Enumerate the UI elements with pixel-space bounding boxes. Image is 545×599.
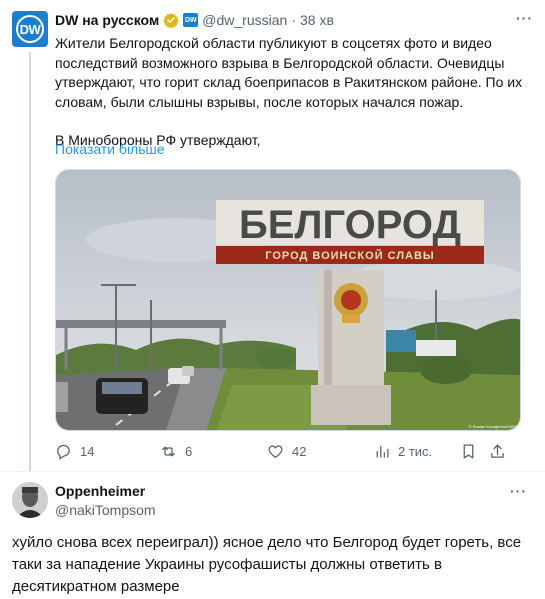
thread-line xyxy=(29,52,31,472)
affiliate-badge-icon: DW xyxy=(183,13,199,27)
retweet-count: 6 xyxy=(185,444,193,459)
timestamp[interactable]: 38 хв xyxy=(300,12,334,28)
sign-subtitle: ГОРОД ВОИНСКОЙ СЛАВЫ xyxy=(265,249,434,262)
tweet-header: DW на русском DW @dw_russian · 38 хв ··· xyxy=(55,10,533,30)
separator-dot: · xyxy=(291,12,296,28)
author-name[interactable]: DW на русском xyxy=(55,12,159,28)
reply-author-name[interactable]: Oppenheimer xyxy=(55,483,145,499)
reply-more-options-icon[interactable]: ··· xyxy=(510,483,527,499)
like-button[interactable]: 42 xyxy=(267,443,306,460)
reply-count: 14 xyxy=(80,444,95,459)
show-more-link[interactable]: Показати більше xyxy=(55,141,165,157)
retweet-icon xyxy=(162,446,175,457)
reply-tweet[interactable]: Oppenheimer @nakiTompsom ··· хуйло снова… xyxy=(0,472,545,599)
views-icon xyxy=(376,445,389,458)
views-button[interactable]: 2 тис. xyxy=(373,443,432,460)
reply-author-handle[interactable]: @nakiTompsom xyxy=(55,502,156,518)
share-icon xyxy=(491,444,504,458)
tweet-text: Жители Белгородской области публикуют в … xyxy=(55,34,533,151)
reply-text: хуйло снова всех переиграл)) ясное дело … xyxy=(12,534,522,595)
reply-button[interactable]: 14 xyxy=(55,443,94,460)
heart-icon xyxy=(268,445,283,458)
bookmark-icon xyxy=(463,444,474,459)
photo-credit: © Raulan Kovaljemov/HIND xyxy=(469,424,519,429)
reply-avatar[interactable] xyxy=(12,482,48,518)
tweet-actions: 14 6 42 2 тис. xyxy=(55,443,505,461)
sign-city-name: БЕЛГОРОД xyxy=(239,203,461,247)
reply-avatar-image xyxy=(12,482,48,518)
reply-icon xyxy=(57,444,70,460)
author-handle[interactable]: @dw_russian xyxy=(202,12,287,28)
retweet-button[interactable]: 6 xyxy=(160,443,192,460)
tweet-text-paragraph-1: Жители Белгородской области публикуют в … xyxy=(55,35,523,110)
dw-logo: DW xyxy=(16,15,44,43)
verified-badge-icon xyxy=(163,13,180,28)
tweet-photo[interactable]: БЕЛГОРОД ГОРОД ВОИНСКОЙ СЛАВЫ © Raulan K… xyxy=(55,169,521,431)
views-count: 2 тис. xyxy=(398,444,433,459)
more-options-icon[interactable]: ··· xyxy=(516,10,533,26)
like-count: 42 xyxy=(292,444,307,459)
photo-illustration: БЕЛГОРОД ГОРОД ВОИНСКОЙ СЛАВЫ © Raulan K… xyxy=(56,170,520,430)
dw-avatar[interactable]: DW xyxy=(12,11,48,47)
bookmark-button[interactable] xyxy=(460,443,477,460)
share-button[interactable] xyxy=(489,443,506,460)
